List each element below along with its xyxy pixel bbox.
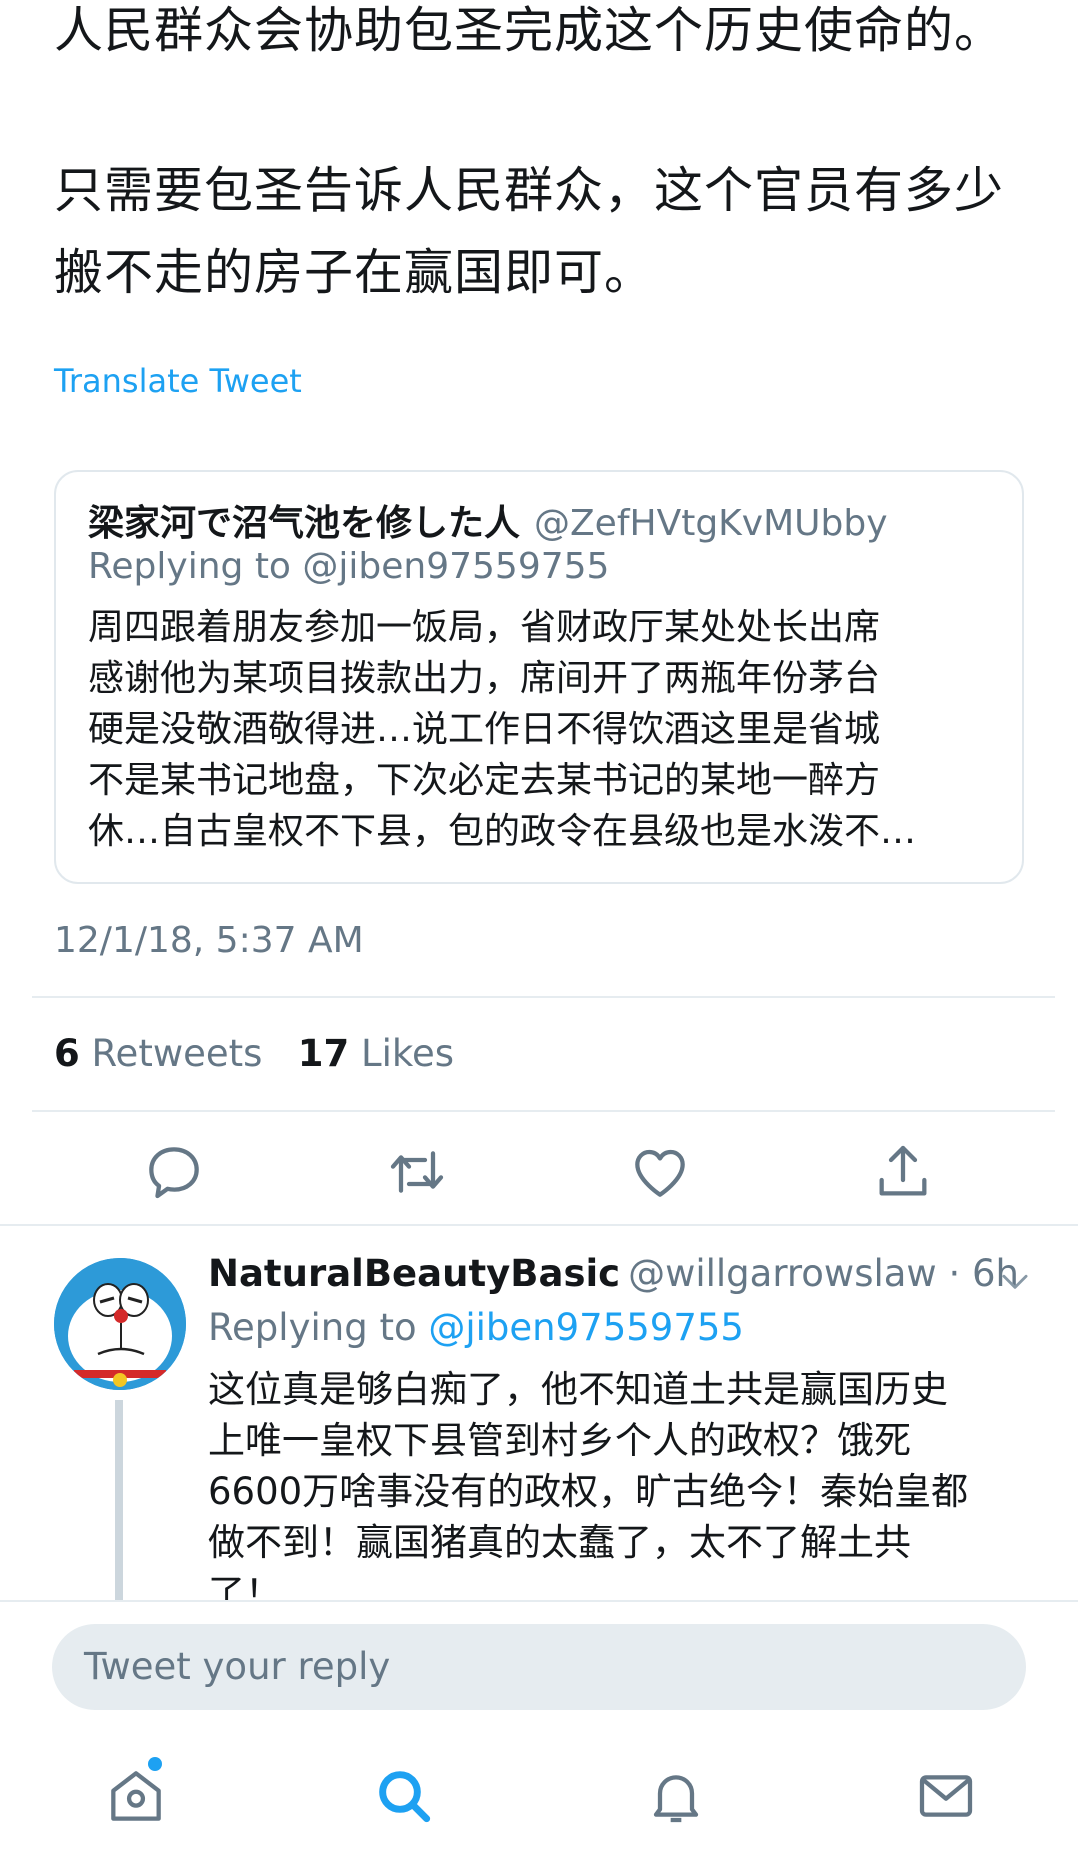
bottom-bar: Tweet your reply [0,1600,1078,1852]
reply-author-handle-time: @willgarrowslaw · 6h [628,1252,1019,1295]
likes-count: 17 [297,1032,350,1075]
tweet-text-paragraph-2: 只需要包圣告诉人民群众，这个官员有多少搬不走的房子在赢国即可。 [54,162,1005,301]
likes-label: Likes [360,1032,455,1075]
tweet-timestamp: 12/1/18, 5:37 AM [54,920,364,961]
retweets-count: 6 [54,1032,80,1075]
reply-button[interactable] [142,1140,206,1204]
share-button[interactable] [871,1140,935,1204]
tab-search[interactable] [372,1764,436,1828]
reply-icon [149,1147,199,1199]
tab-home[interactable] [104,1764,168,1828]
tab-messages[interactable] [914,1764,978,1828]
quoted-tweet-card[interactable]: 梁家河で沼气池を修した人 @ZefHVtgKvMUbby Replying to … [54,470,1024,884]
tweet-reply-input[interactable]: Tweet your reply [52,1624,1026,1710]
share-icon [879,1145,927,1196]
quoted-tweet-author-handle: @ZefHVtgKvMUbby [534,503,888,544]
home-notification-dot [148,1757,162,1771]
avatar[interactable] [54,1258,186,1390]
quoted-tweet-author-name: 梁家河で沼气池を修した人 [88,503,521,544]
thread-line [115,1400,123,1600]
section-divider [0,1224,1078,1226]
chevron-down-icon [1002,1274,1028,1289]
doraemon-avatar-image [54,1258,186,1390]
bell-icon [653,1775,699,1823]
heart-icon [635,1149,685,1197]
tab-notifications[interactable] [644,1764,708,1828]
replying-to-label: Replying to [208,1306,417,1349]
like-button[interactable] [628,1140,692,1204]
home-icon [111,1771,161,1821]
likes-stat[interactable]: 17 Likes [298,1032,454,1075]
quoted-tweet-header: 梁家河で沼气池を修した人 @ZefHVtgKvMUbby [88,494,888,546]
reply-more-button[interactable] [996,1262,1034,1300]
quoted-tweet-replying-to: Replying to @jiben97559755 [88,546,610,587]
reply-header: NaturalBeautyBasic @willgarrowslaw · 6h [208,1252,1019,1295]
tweet-text-paragraph-1: 人民群众会协助包圣完成这个历史使命的。 [54,2,1005,59]
search-icon [379,1771,431,1823]
reply-replying-to: Replying to @jiben97559755 [208,1306,744,1349]
reply-author-name[interactable]: NaturalBeautyBasic [208,1252,620,1295]
retweet-button[interactable] [385,1140,449,1204]
retweets-label: Retweets [91,1032,263,1075]
replying-to-handle-link[interactable]: @jiben97559755 [428,1306,744,1349]
retweet-icon [390,1151,444,1193]
retweets-stat[interactable]: 6 Retweets [54,1032,262,1075]
divider [32,996,1055,998]
translate-tweet-link[interactable]: Translate Tweet [54,362,302,400]
reply-body: 这位真是够白痴了，他不知道土共是赢国历史 上唯一皇权下县管到村乡个人的政权？饿死… [208,1368,969,1600]
divider [32,1110,1055,1112]
tweet-stats: 6 Retweets 17 Likes [54,1032,454,1075]
mail-icon [919,1775,973,1817]
quoted-tweet-body: 周四跟着朋友参加一饭局，省财政厅某处处长出席 感谢他为某项目拨款出力，席间开了两… [88,607,917,852]
